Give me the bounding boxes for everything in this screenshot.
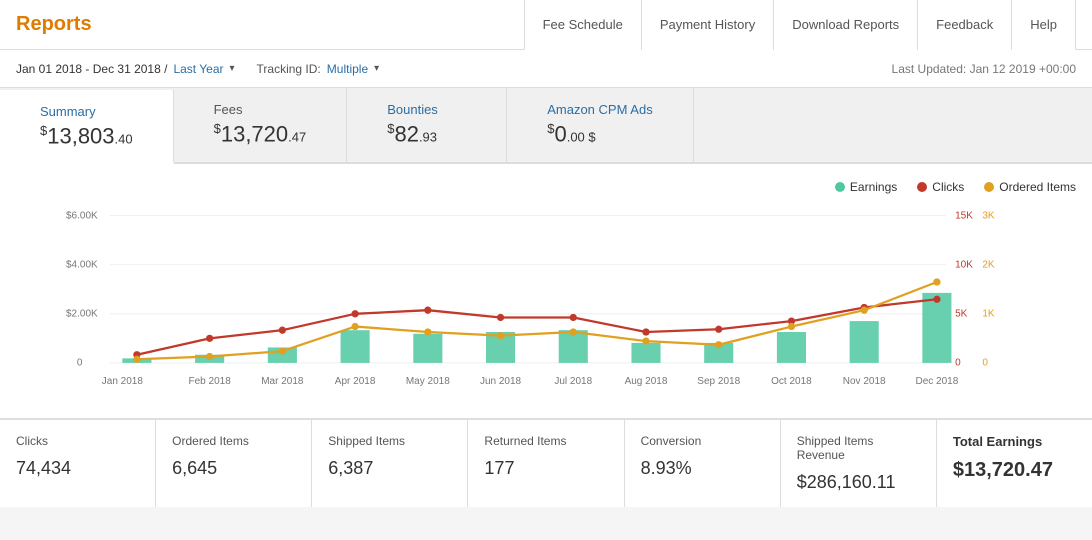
stat-conversion: Conversion 8.93% [625, 420, 781, 507]
date-dropdown-arrow[interactable]: ▾ [230, 63, 235, 74]
svg-text:Aug 2018: Aug 2018 [625, 376, 668, 387]
stat-clicks-label: Clicks [16, 434, 139, 448]
svg-text:1K: 1K [982, 309, 995, 320]
svg-text:$6.00K: $6.00K [66, 211, 98, 222]
tracking-id-link[interactable]: Multiple [327, 62, 368, 76]
date-bar: Jan 01 2018 - Dec 31 2018 / Last Year ▾ … [0, 50, 1092, 88]
svg-text:Feb 2018: Feb 2018 [189, 376, 232, 387]
tab-fees-value: $13,720.47 [214, 121, 307, 147]
tracking-dropdown-arrow[interactable]: ▾ [374, 63, 379, 74]
nav-buttons: Fee Schedule Payment History Download Re… [524, 0, 1076, 50]
earnings-label: Earnings [850, 180, 897, 194]
stat-conversion-value: 8.93% [641, 458, 764, 479]
stats-footer: Clicks 74,434 Ordered Items 6,645 Shippe… [0, 419, 1092, 507]
tab-fees[interactable]: Fees $13,720.47 [174, 88, 348, 162]
fee-schedule-btn[interactable]: Fee Schedule [524, 0, 641, 50]
stat-shipped-revenue: Shipped Items Revenue $286,160.11 [781, 420, 937, 507]
svg-text:0: 0 [955, 358, 961, 369]
svg-text:Nov 2018: Nov 2018 [843, 376, 886, 387]
svg-text:May 2018: May 2018 [406, 376, 450, 387]
stat-clicks-value: 74,434 [16, 458, 139, 479]
last-year-link[interactable]: Last Year [173, 62, 223, 76]
clicks-label: Clicks [932, 180, 964, 194]
help-btn[interactable]: Help [1011, 0, 1076, 50]
svg-text:0: 0 [77, 358, 83, 369]
ordered-items-label: Ordered Items [999, 180, 1076, 194]
tab-summary-label: Summary [40, 104, 133, 119]
svg-text:Jul 2018: Jul 2018 [554, 376, 592, 387]
stat-shipped-revenue-value: $286,160.11 [797, 472, 920, 493]
payment-history-btn[interactable]: Payment History [641, 0, 773, 50]
stat-conversion-label: Conversion [641, 434, 764, 448]
ordered-items-dot [984, 182, 994, 192]
legend-earnings: Earnings [835, 180, 897, 194]
svg-text:Sep 2018: Sep 2018 [697, 376, 740, 387]
stat-total-earnings: Total Earnings $13,720.47 [937, 420, 1092, 507]
earnings-dot [835, 182, 845, 192]
svg-text:5K: 5K [955, 309, 968, 320]
stat-shipped-items: Shipped Items 6,387 [312, 420, 468, 507]
stat-ordered-label: Ordered Items [172, 434, 295, 448]
stat-ordered-items: Ordered Items 6,645 [156, 420, 312, 507]
feedback-btn[interactable]: Feedback [917, 0, 1011, 50]
chart-legend: Earnings Clicks Ordered Items [16, 180, 1076, 194]
stat-clicks: Clicks 74,434 [0, 420, 156, 507]
stat-shipped-label: Shipped Items [328, 434, 451, 448]
app-title: Reports [16, 13, 524, 36]
svg-text:Jan 2018: Jan 2018 [102, 376, 144, 387]
svg-text:Oct 2018: Oct 2018 [771, 376, 812, 387]
tab-summary-value: $13,803.40 [40, 123, 133, 149]
tab-amazon-cpm[interactable]: Amazon CPM Ads $0.00 $ [507, 88, 694, 162]
svg-text:$4.00K: $4.00K [66, 260, 98, 271]
tab-bounties-label: Bounties [387, 102, 466, 117]
clicks-dot [917, 182, 927, 192]
tab-summary[interactable]: Summary $13,803.40 [0, 90, 174, 164]
svg-text:0: 0 [982, 358, 988, 369]
svg-text:Jun 2018: Jun 2018 [480, 376, 522, 387]
date-bar-left: Jan 01 2018 - Dec 31 2018 / Last Year ▾ … [16, 62, 379, 76]
chart-container: $6.00K $4.00K $2.00K 0 15K 10K 5K 0 3K 2… [16, 202, 1076, 402]
svg-text:Mar 2018: Mar 2018 [261, 376, 304, 387]
summary-tabs: Summary $13,803.40 Fees $13,720.47 Bount… [0, 88, 1092, 164]
date-range: Jan 01 2018 - Dec 31 2018 / [16, 62, 167, 76]
tab-amazon-cpm-label: Amazon CPM Ads [547, 102, 653, 117]
legend-clicks: Clicks [917, 180, 964, 194]
tab-bounties-value: $82.93 [387, 121, 466, 147]
svg-text:Apr 2018: Apr 2018 [335, 376, 376, 387]
svg-text:2K: 2K [982, 260, 995, 271]
stat-ordered-value: 6,645 [172, 458, 295, 479]
svg-text:$2.00K: $2.00K [66, 309, 98, 320]
svg-text:3K: 3K [982, 211, 995, 222]
chart-area: Earnings Clicks Ordered Items $6.00K $4.… [0, 164, 1092, 419]
svg-text:Dec 2018: Dec 2018 [916, 376, 959, 387]
stat-total-earnings-value: $13,720.47 [953, 459, 1076, 482]
top-nav: Reports Fee Schedule Payment History Dow… [0, 0, 1092, 50]
legend-ordered-items: Ordered Items [984, 180, 1076, 194]
chart-svg: $6.00K $4.00K $2.00K 0 15K 10K 5K 0 3K 2… [16, 202, 1076, 402]
svg-text:15K: 15K [955, 211, 973, 222]
stat-total-earnings-label: Total Earnings [953, 434, 1076, 449]
last-updated: Last Updated: Jan 12 2019 +00:00 [892, 62, 1076, 76]
download-reports-btn[interactable]: Download Reports [773, 0, 917, 50]
stat-returned-label: Returned Items [484, 434, 607, 448]
stat-returned-items: Returned Items 177 [468, 420, 624, 507]
tab-fees-label: Fees [214, 102, 307, 117]
tab-bounties[interactable]: Bounties $82.93 [347, 88, 507, 162]
tracking-id-label: Tracking ID: [257, 62, 321, 76]
stat-returned-value: 177 [484, 458, 607, 479]
stat-shipped-value: 6,387 [328, 458, 451, 479]
svg-text:10K: 10K [955, 260, 973, 271]
tab-amazon-cpm-value: $0.00 $ [547, 121, 653, 147]
stat-shipped-revenue-label: Shipped Items Revenue [797, 434, 920, 462]
